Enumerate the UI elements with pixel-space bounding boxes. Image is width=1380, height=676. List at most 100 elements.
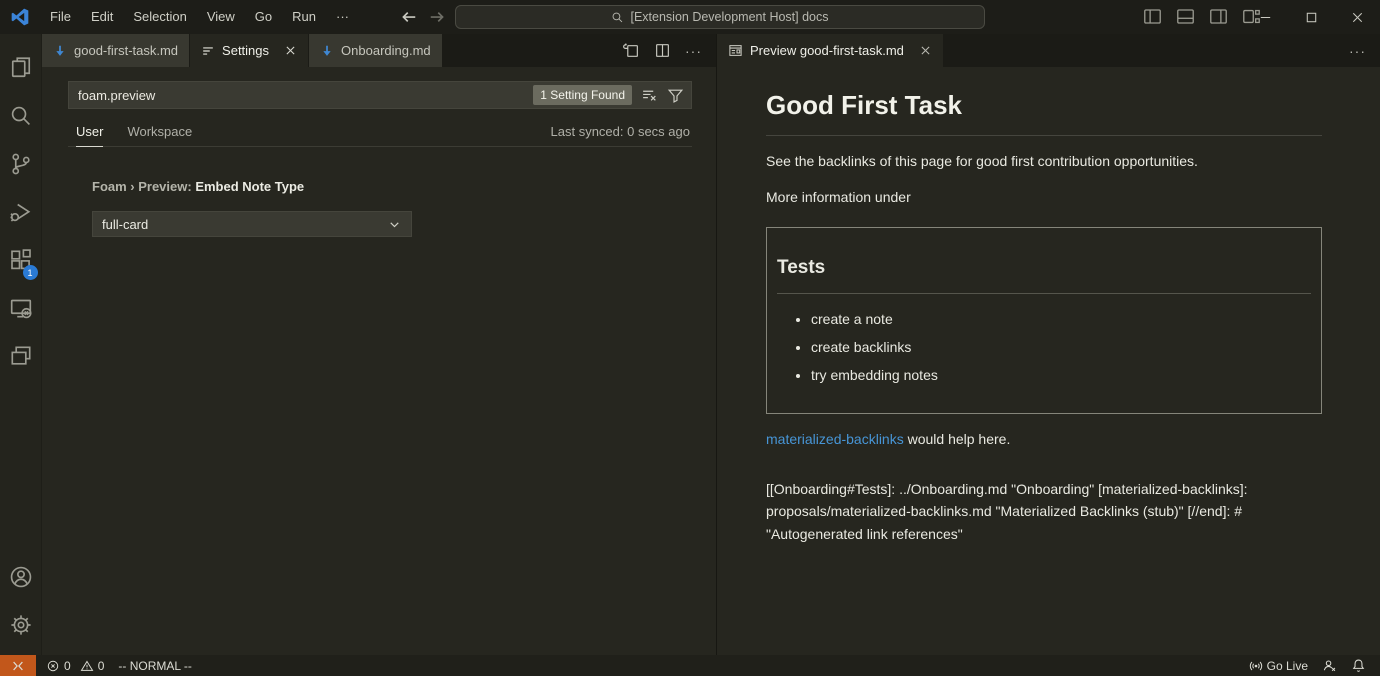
warnings-count: 0 xyxy=(98,659,105,673)
go-live-button[interactable]: Go Live xyxy=(1249,659,1308,673)
split-editor-icon[interactable] xyxy=(654,42,671,59)
settings-search-input[interactable]: foam.preview 1 Setting Found xyxy=(68,81,692,109)
menu-view[interactable]: View xyxy=(197,0,245,34)
preview-paragraph: See the backlinks of this page for good … xyxy=(766,151,1322,172)
tab-onboarding[interactable]: Onboarding.md xyxy=(309,34,443,67)
tab-settings[interactable]: Settings xyxy=(190,34,309,67)
link-suffix: would help here. xyxy=(904,431,1011,447)
ref-line: "Autogenerated link references" xyxy=(766,523,1322,546)
warnings-icon xyxy=(80,659,94,673)
search-view-icon[interactable] xyxy=(0,92,42,140)
command-center-label: [Extension Development Host] docs xyxy=(630,10,828,24)
markdown-file-icon xyxy=(320,44,334,58)
preview-editor-actions: ··· xyxy=(1349,34,1380,67)
extensions-badge: 1 xyxy=(23,265,38,280)
extensions-icon[interactable]: 1 xyxy=(0,236,42,284)
search-icon xyxy=(611,11,624,24)
close-tab-icon[interactable] xyxy=(284,44,297,57)
select-value: full-card xyxy=(102,217,148,232)
settings-search-actions xyxy=(641,87,684,104)
menu-selection[interactable]: Selection xyxy=(123,0,196,34)
toggle-secondary-sidebar-icon[interactable] xyxy=(1209,7,1228,26)
left-tab-bar: good-first-task.md Settings xyxy=(42,34,716,67)
problems-indicator[interactable]: 0 0 xyxy=(46,659,104,673)
close-tab-icon[interactable] xyxy=(919,44,932,57)
ref-line: proposals/materialized-backlinks.md "Mat… xyxy=(766,500,1322,523)
menu-overflow[interactable]: ··· xyxy=(326,0,359,34)
menu-bar: File Edit Selection View Go Run ··· xyxy=(40,0,359,34)
editor-layouts-icon[interactable] xyxy=(0,332,42,380)
embedded-note-title: Tests xyxy=(777,254,1311,294)
window-controls xyxy=(1242,0,1380,34)
editor-group-left: good-first-task.md Settings xyxy=(42,34,716,655)
command-center-search[interactable]: [Extension Development Host] docs xyxy=(455,5,985,29)
explorer-icon[interactable] xyxy=(0,44,42,92)
manage-gear-icon[interactable] xyxy=(0,601,42,649)
remote-explorer-icon[interactable] xyxy=(0,284,42,332)
tab-label: good-first-task.md xyxy=(74,43,178,58)
editor-group-right: Preview good-first-task.md ··· Good Firs… xyxy=(717,34,1380,655)
settings-search-value: foam.preview xyxy=(78,88,155,103)
run-debug-icon[interactable] xyxy=(0,188,42,236)
settings-count-badge: 1 Setting Found xyxy=(533,85,632,105)
menu-edit[interactable]: Edit xyxy=(81,0,123,34)
preview-paragraph: More information under xyxy=(766,187,1322,208)
chevron-down-icon xyxy=(387,217,402,232)
feedback-icon[interactable] xyxy=(1322,658,1337,673)
close-window-button[interactable] xyxy=(1334,0,1380,34)
minimize-button[interactable] xyxy=(1242,0,1288,34)
broadcast-icon xyxy=(1249,659,1263,673)
markdown-preview-pane: Good First Task See the backlinks of thi… xyxy=(717,67,1380,545)
errors-icon xyxy=(46,659,60,673)
scope-user[interactable]: User xyxy=(76,124,103,147)
accounts-icon[interactable] xyxy=(0,553,42,601)
settings-scope-tabs: User Workspace Last synced: 0 secs ago xyxy=(68,123,692,147)
vscode-window: File Edit Selection View Go Run ··· [Ext… xyxy=(0,0,1380,676)
link-references-block: [[Onboarding#Tests]: ../Onboarding.md "O… xyxy=(766,478,1322,546)
preview-title: Good First Task xyxy=(766,86,1322,136)
vscode-logo-icon xyxy=(0,8,40,26)
setting-title: Foam › Preview: Embed Note Type xyxy=(92,179,692,194)
ref-line: [[Onboarding#Tests]: ../Onboarding.md "O… xyxy=(766,478,1322,501)
toggle-panel-icon[interactable] xyxy=(1176,7,1195,26)
setting-item: Foam › Preview: Embed Note Type full-car… xyxy=(92,179,692,237)
menu-run[interactable]: Run xyxy=(282,0,326,34)
more-actions-icon[interactable]: ··· xyxy=(1349,43,1366,59)
activity-bar: 1 xyxy=(0,34,42,655)
tab-good-first-task[interactable]: good-first-task.md xyxy=(42,34,190,67)
editor-actions: ··· xyxy=(623,34,716,67)
scope-workspace[interactable]: Workspace xyxy=(127,124,192,146)
markdown-file-icon xyxy=(53,44,67,58)
menu-file[interactable]: File xyxy=(40,0,81,34)
list-item: create a note xyxy=(811,309,1311,330)
tab-label: Onboarding.md xyxy=(341,43,431,58)
list-item: create backlinks xyxy=(811,337,1311,358)
vim-mode-indicator[interactable]: -- NORMAL -- xyxy=(118,659,192,673)
clear-search-filters-icon[interactable] xyxy=(641,87,658,104)
list-item: try embedding notes xyxy=(811,365,1311,386)
last-synced-label: Last synced: 0 secs ago xyxy=(551,124,690,146)
settings-editor: foam.preview 1 Setting Found User xyxy=(42,67,716,237)
filter-settings-icon[interactable] xyxy=(667,87,684,104)
menu-go[interactable]: Go xyxy=(245,0,282,34)
embedded-note-card: Tests create a note create backlinks try… xyxy=(766,227,1322,414)
tab-label: Preview good-first-task.md xyxy=(750,43,904,58)
embed-note-type-select[interactable]: full-card xyxy=(92,211,412,237)
markdown-preview-icon xyxy=(728,43,743,58)
maximize-button[interactable] xyxy=(1288,0,1334,34)
right-tab-bar: Preview good-first-task.md ··· xyxy=(717,34,1380,67)
setting-name: Embed Note Type xyxy=(195,179,304,194)
notifications-bell-icon[interactable] xyxy=(1351,658,1366,673)
source-control-icon[interactable] xyxy=(0,140,42,188)
more-actions-icon[interactable]: ··· xyxy=(685,43,702,59)
remote-indicator[interactable] xyxy=(0,655,36,676)
materialized-backlinks-link[interactable]: materialized-backlinks xyxy=(766,431,904,447)
tab-preview-good-first-task[interactable]: Preview good-first-task.md xyxy=(717,34,944,67)
nav-forward-icon[interactable] xyxy=(427,7,447,27)
vim-mode-label: -- NORMAL -- xyxy=(118,659,192,673)
open-settings-json-icon[interactable] xyxy=(623,42,640,59)
go-live-label: Go Live xyxy=(1267,659,1308,673)
nav-back-icon[interactable] xyxy=(399,7,419,27)
embedded-note-list: create a note create backlinks try embed… xyxy=(777,309,1311,386)
toggle-sidebar-icon[interactable] xyxy=(1143,7,1162,26)
